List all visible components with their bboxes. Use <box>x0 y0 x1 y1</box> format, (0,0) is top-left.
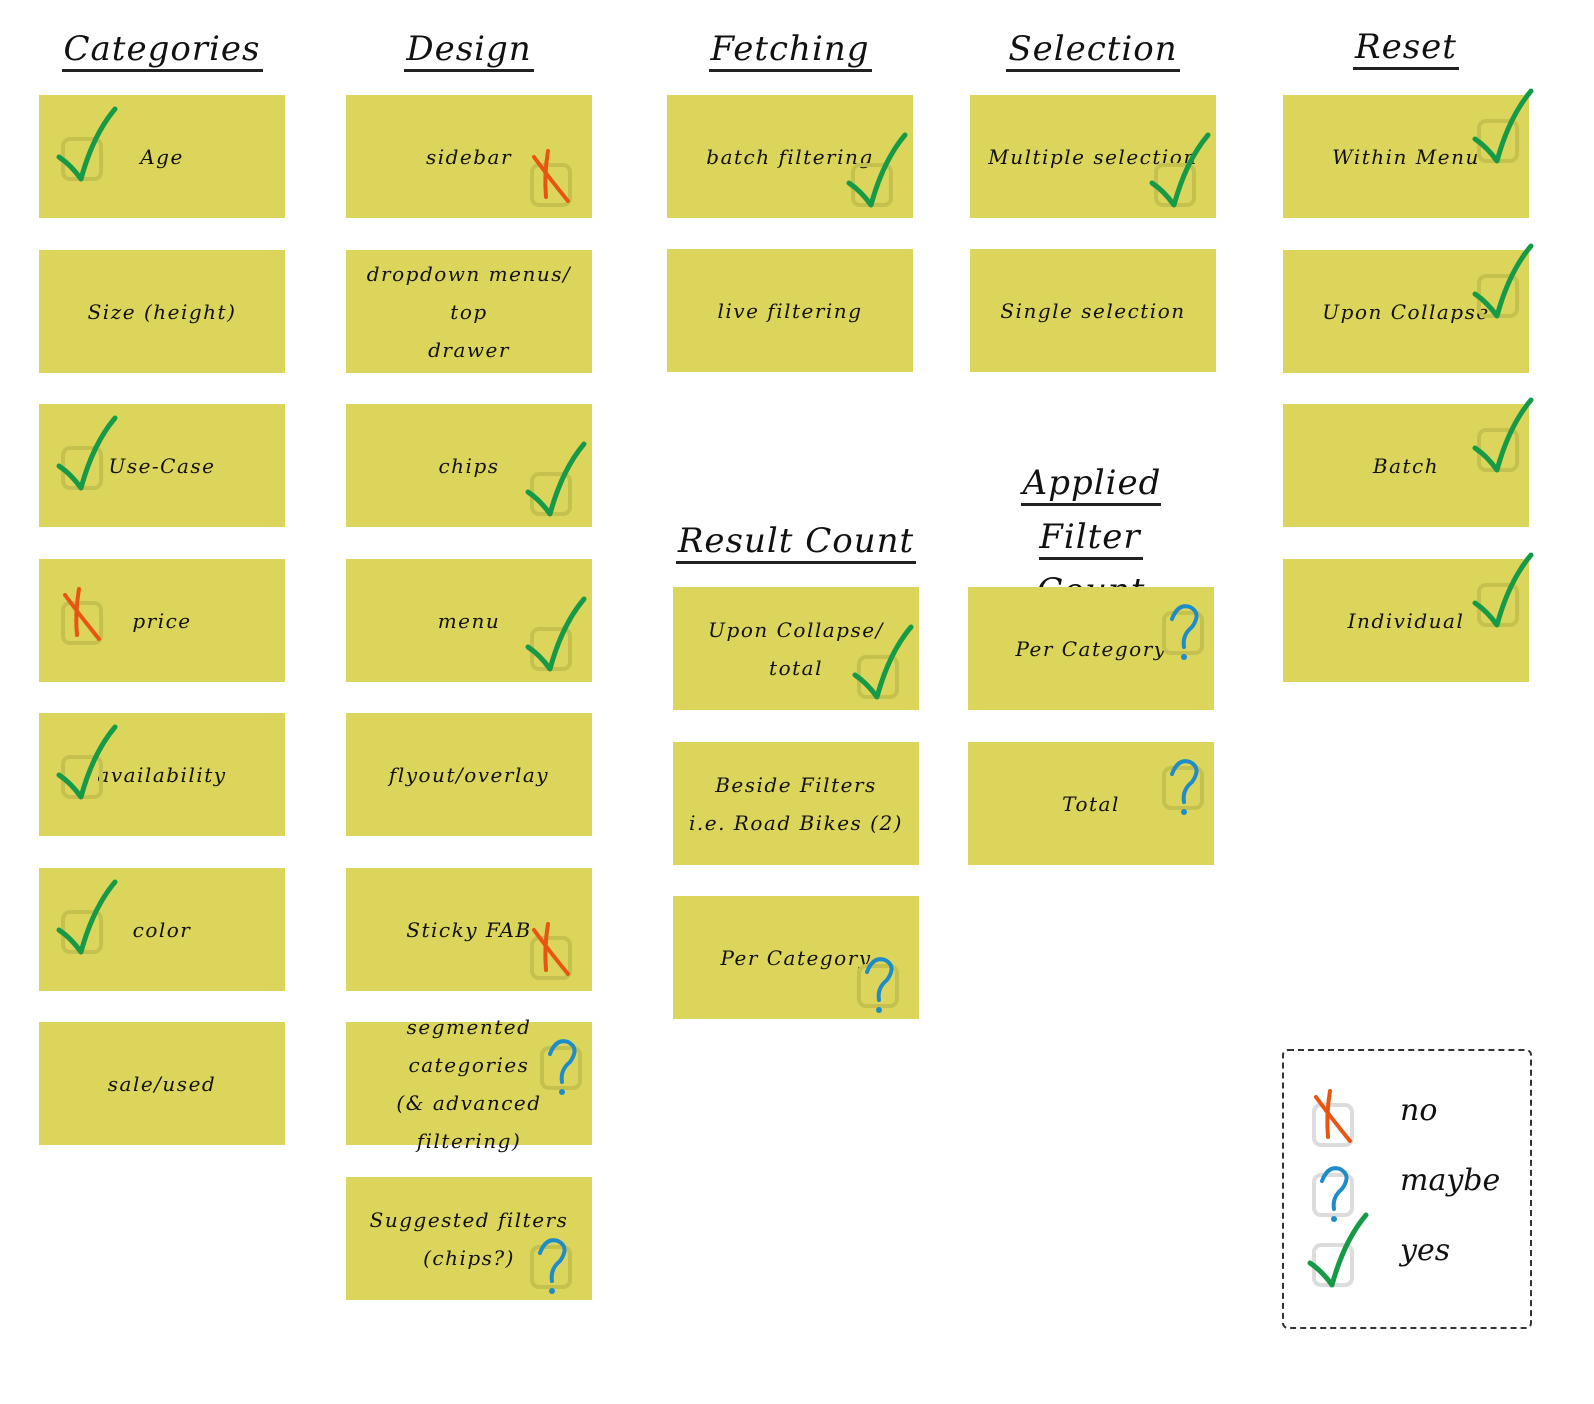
yes-mark-icon <box>1307 1211 1369 1291</box>
sticky-note[interactable]: flyout/overlay <box>346 713 592 836</box>
sticky-note-label: Batch <box>1372 453 1440 478</box>
sticky-note[interactable]: Sticky FAB <box>346 868 592 991</box>
legend-row-maybe: maybe <box>1308 1151 1518 1222</box>
sticky-note-label: color <box>132 917 192 942</box>
sticky-note-label: menu <box>437 608 501 633</box>
maybe-mark-icon <box>1308 1141 1368 1222</box>
heading-text: Fetching <box>708 29 872 72</box>
heading-text: Reset <box>1353 27 1459 70</box>
sticky-note[interactable]: Size (height) <box>39 250 285 373</box>
sticky-note[interactable]: sale/used <box>39 1022 285 1145</box>
sticky-note-label: Size (height) <box>87 299 237 324</box>
sticky-note-label: dropdown menus/ top drawer <box>366 261 572 362</box>
sticky-note[interactable]: Multiple selection <box>970 95 1216 218</box>
sticky-note[interactable]: dropdown menus/ top drawer <box>346 250 592 373</box>
sticky-note[interactable]: Upon Collapse <box>1283 250 1529 373</box>
legend-row-yes: yes <box>1307 1212 1518 1291</box>
column-heading: Categories <box>39 22 285 76</box>
column-heading: Result Count <box>673 514 919 568</box>
sticky-note-label: price <box>132 608 192 633</box>
sticky-note[interactable]: Beside Filters i.e. Road Bikes (2) <box>673 742 919 865</box>
sticky-note[interactable]: sidebar <box>346 95 592 218</box>
sticky-note-label: Sticky FAB <box>406 917 532 942</box>
column-heading: Reset <box>1283 20 1529 74</box>
sticky-note[interactable]: Per Category <box>968 587 1214 710</box>
sticky-note[interactable]: Per Category <box>673 896 919 1019</box>
sticky-note-label: Beside Filters i.e. Road Bikes (2) <box>689 772 903 835</box>
sticky-note-label: batch filtering <box>706 144 874 169</box>
sticky-note[interactable]: chips <box>346 404 592 527</box>
sticky-note[interactable]: Individual <box>1283 559 1529 682</box>
sticky-note-label: Upon Collapse/ total <box>708 617 884 680</box>
sticky-note[interactable]: color <box>39 868 285 991</box>
legend: no maybe yes <box>1282 1049 1532 1329</box>
sticky-note[interactable]: Use-Case <box>39 404 285 527</box>
sticky-note-label: chips <box>438 453 500 478</box>
sticky-note-label: Multiple selection <box>988 144 1198 169</box>
column-heading: Fetching <box>667 22 913 76</box>
legend-row-no: no <box>1308 1081 1518 1151</box>
heading-text: Categories <box>61 29 263 72</box>
sticky-note-label: Total <box>1062 791 1120 816</box>
heading-text: Design <box>404 29 534 72</box>
sticky-note-label: Single selection <box>1000 298 1186 323</box>
legend-label-yes: yes <box>1400 1233 1451 1268</box>
sticky-note-label: availability <box>97 762 227 787</box>
sticky-note-label: sale/used <box>107 1071 217 1096</box>
sticky-note[interactable]: menu <box>346 559 592 682</box>
sticky-note-label: Per Category <box>1015 636 1167 661</box>
sticky-note-label: Suggested filters (chips?) <box>369 1207 569 1270</box>
column-heading: Design <box>346 22 592 76</box>
sticky-note-label: live filtering <box>717 298 863 323</box>
sticky-note[interactable]: price <box>39 559 285 682</box>
sticky-note-label: Per Category <box>720 945 872 970</box>
heading-text: Result Count <box>675 521 917 564</box>
sticky-note[interactable]: segmented categories (& advanced filteri… <box>346 1015 592 1153</box>
sticky-note-label: sidebar <box>425 144 513 169</box>
sticky-note-label: flyout/overlay <box>388 762 550 787</box>
sticky-note[interactable]: Total <box>968 742 1214 865</box>
sticky-note[interactable]: Suggested filters (chips?) <box>346 1177 592 1300</box>
sticky-note[interactable]: Upon Collapse/ total <box>673 587 919 710</box>
sticky-note-label: Within Menu <box>1332 144 1480 169</box>
sticky-note-label: Upon Collapse <box>1322 299 1490 324</box>
sticky-note-label: Age <box>140 144 184 169</box>
sticky-note-label: Individual <box>1347 608 1465 633</box>
sticky-note[interactable]: Batch <box>1283 404 1529 527</box>
sticky-note-label: Use-Case <box>108 453 216 478</box>
heading-text: Applied Filter <box>1020 463 1162 560</box>
sticky-note[interactable]: Age <box>39 95 285 218</box>
legend-label-maybe: maybe <box>1400 1163 1501 1198</box>
sticky-note[interactable]: live filtering <box>667 249 913 372</box>
no-mark-icon <box>1308 1071 1368 1151</box>
legend-label-no: no <box>1400 1093 1438 1128</box>
heading-text: Selection <box>1006 29 1180 72</box>
sticky-note[interactable]: availability <box>39 713 285 836</box>
sticky-note[interactable]: Within Menu <box>1283 95 1529 218</box>
sticky-note[interactable]: Single selection <box>970 249 1216 372</box>
sticky-note[interactable]: batch filtering <box>667 95 913 218</box>
sticky-note-label: segmented categories (& advanced filteri… <box>396 1014 542 1153</box>
column-heading: Selection <box>970 22 1216 76</box>
